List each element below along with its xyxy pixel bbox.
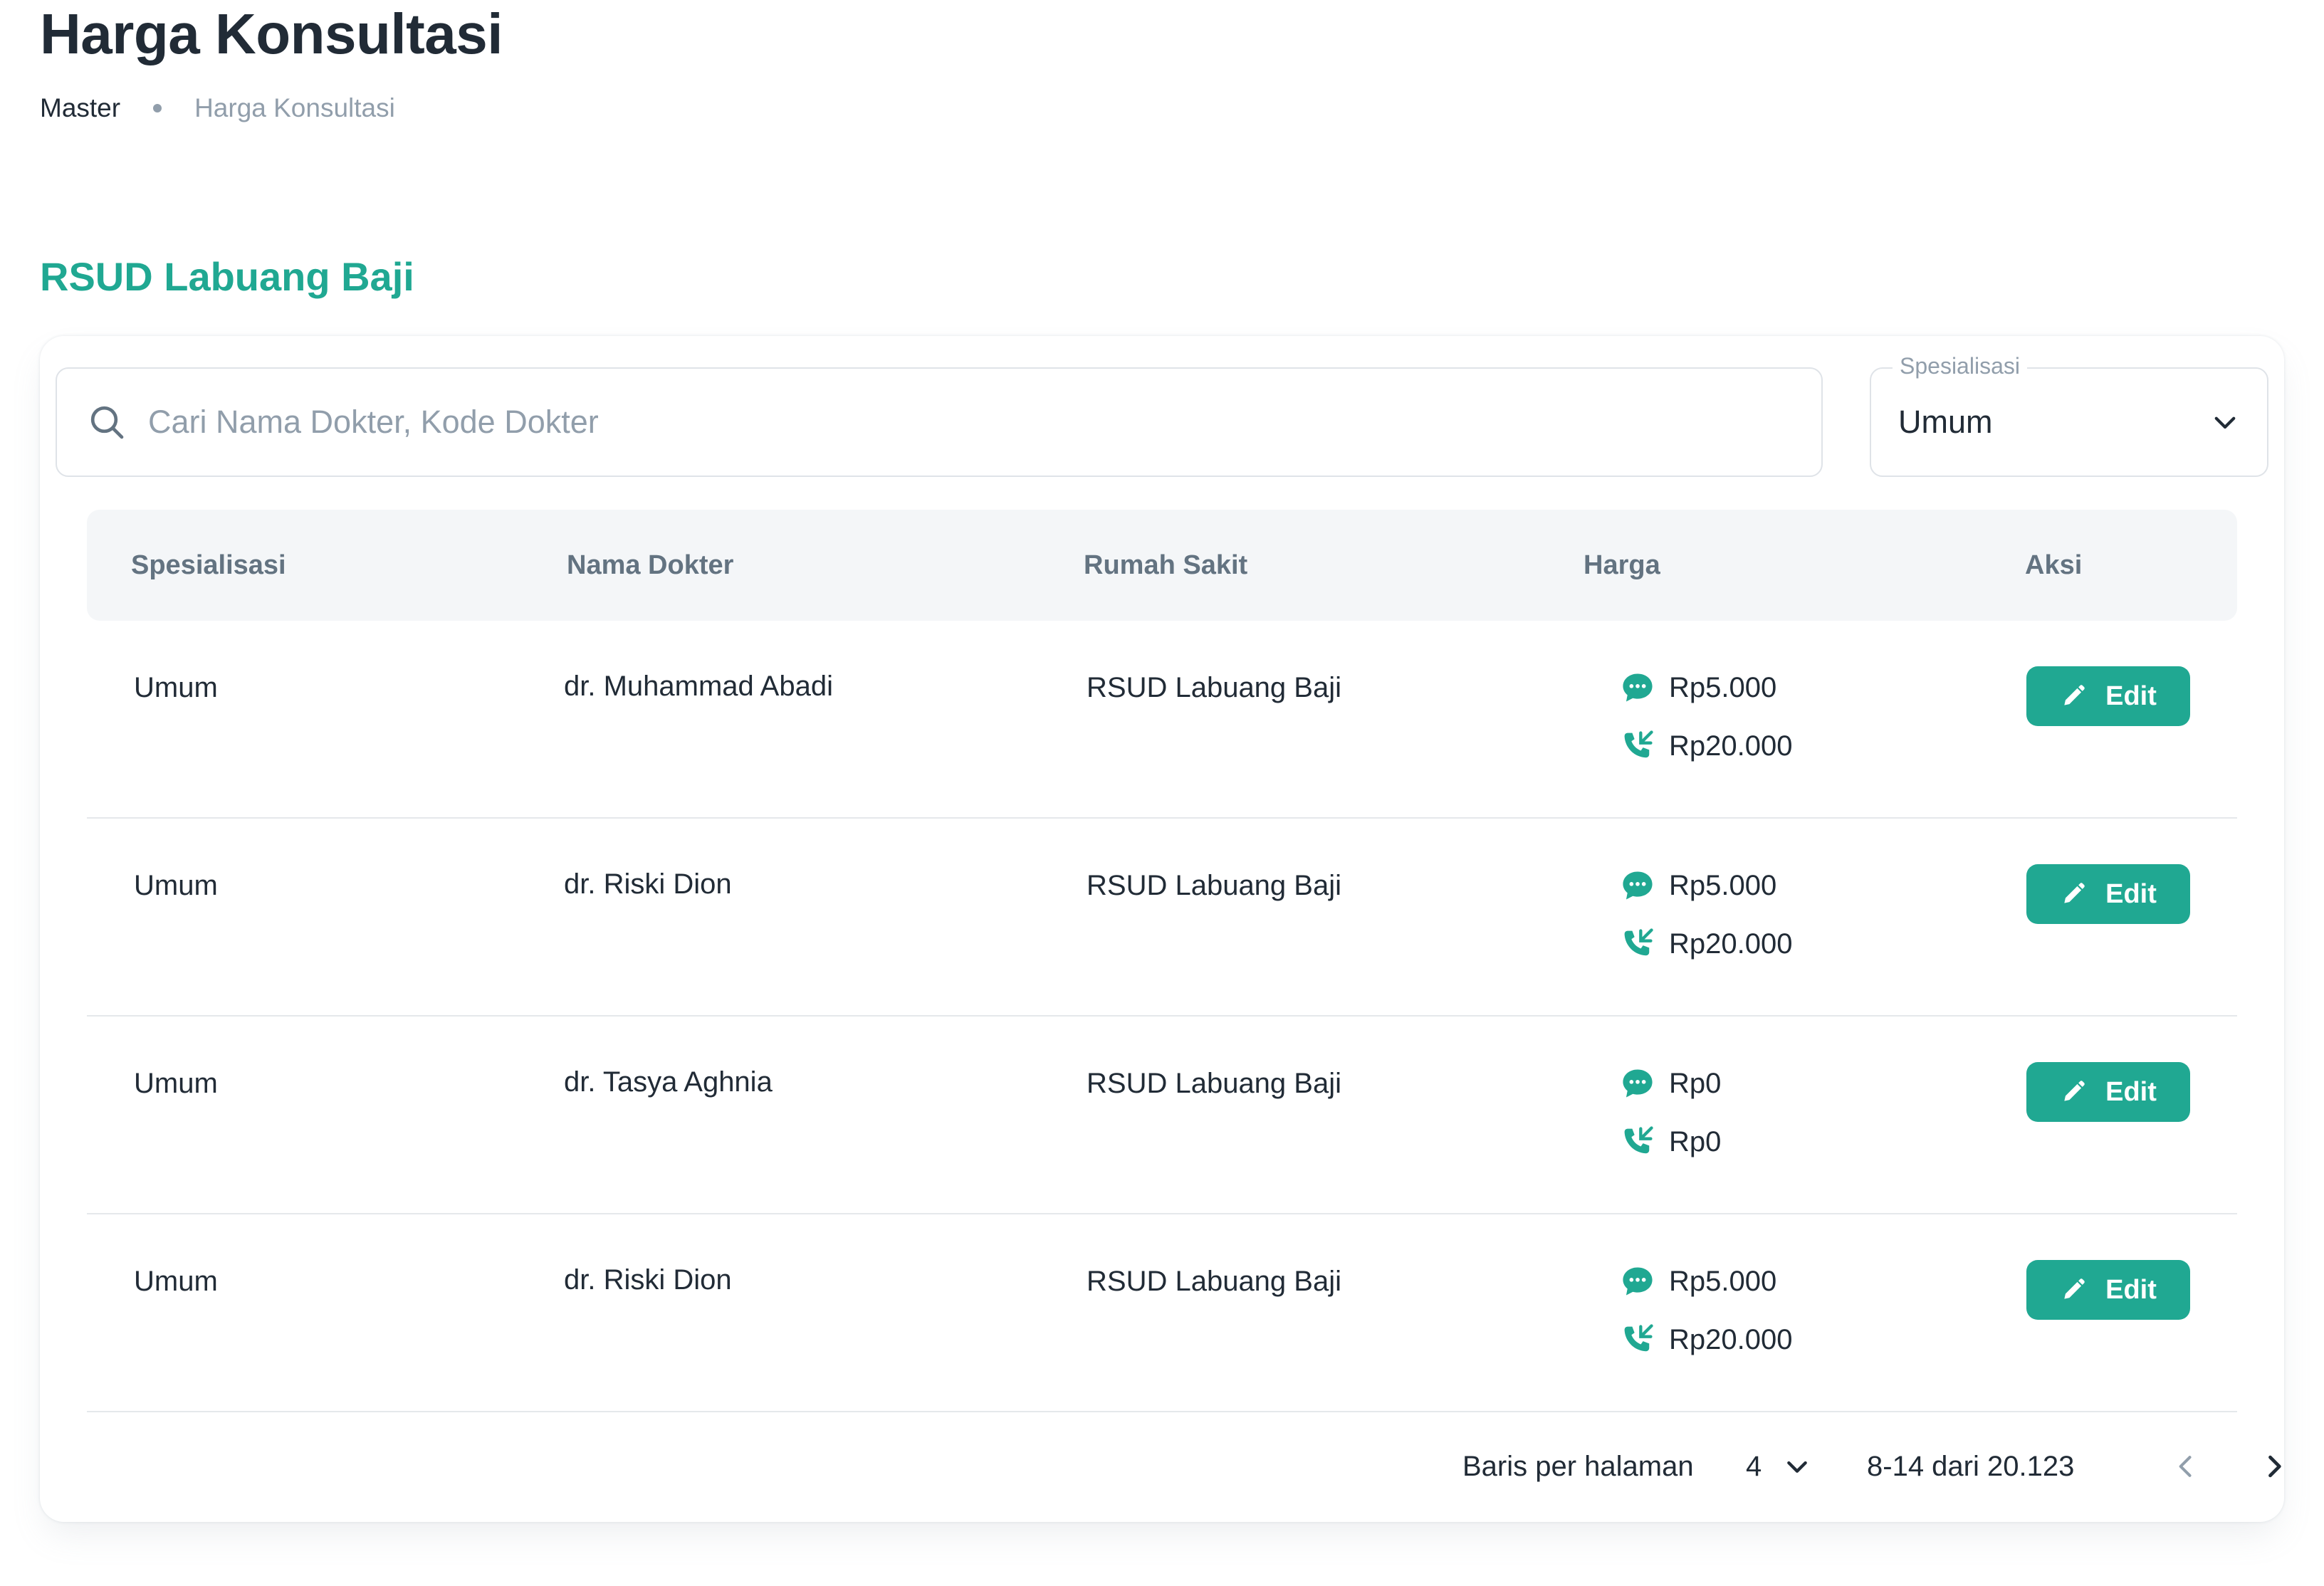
cell-hospital: RSUD Labuang Baji [1087,672,1341,703]
cell-hospital: RSUD Labuang Baji [1087,870,1341,901]
call-price-value: Rp0 [1669,1126,1722,1157]
column-header-action: Aksi [2025,550,2083,580]
rows-per-page-select[interactable]: 4 [1746,1446,1811,1486]
chat-price-value: Rp5.000 [1669,1266,1777,1297]
call-price: Rp20.000 [1619,924,1792,964]
phone-call-icon [1624,730,1653,758]
chevron-right-icon [2268,1455,2281,1478]
table-pagination: Baris per halaman 4 8-14 dari 20.123 [40,1409,2284,1522]
table-row: Umum dr. Muhammad Abadi RSUD Labuang Baj… [87,621,2237,819]
specialization-select[interactable]: Spesialisasi Umum [1870,349,2268,477]
search-field[interactable] [56,367,1823,477]
call-price-value: Rp20.000 [1669,730,1793,762]
breadcrumb-item-master[interactable]: Master [40,91,120,125]
cell-hospital: RSUD Labuang Baji [1087,1068,1341,1099]
table-row: Umum dr. Tasya Aghnia RSUD Labuang Baji … [87,1017,2237,1214]
cell-specialization: Umum [134,870,218,901]
cell-doctor: dr. Muhammad Abadi [564,671,833,702]
column-header-price[interactable]: Harga [1584,510,1660,621]
edit-button[interactable]: Edit [2026,1260,2190,1320]
call-price-value: Rp20.000 [1669,1324,1793,1355]
phone-call-icon [1624,1324,1653,1352]
cell-doctor: dr. Tasya Aghnia [564,1066,773,1098]
chat-price: Rp5.000 [1619,1261,1776,1301]
breadcrumb-item-current: Harga Konsultasi [194,93,395,122]
edit-button-label: Edit [2105,681,2157,711]
pencil-icon [2064,883,2085,903]
edit-button-label: Edit [2105,1274,2157,1305]
page-title: Harga Konsultasi [40,2,503,65]
phone-call-icon [1624,928,1653,956]
column-header-doctor[interactable]: Nama Dokter [567,510,733,621]
search-icon [90,406,124,439]
edit-button-label: Edit [2105,878,2157,909]
rows-per-page-label: Baris per halaman [1462,1451,1694,1482]
table-row: Umum dr. Riski Dion RSUD Labuang Baji Rp… [87,1214,2237,1412]
specialization-select-label: Spesialisasi [1893,349,2027,383]
chat-bubble-icon [1623,871,1653,900]
edit-button-label: Edit [2105,1076,2157,1107]
cell-specialization: Umum [134,672,218,703]
chevron-down-icon [2214,416,2236,429]
chat-price: Rp5.000 [1619,866,1776,905]
table-header: Spesialisasi Nama Dokter Rumah Sakit Har… [87,510,2237,621]
price-table-card: Spesialisasi Umum Spesialisasi Nama Dokt… [40,336,2284,1522]
search-input[interactable] [148,404,1786,441]
cell-specialization: Umum [134,1266,218,1297]
chat-bubble-icon [1623,673,1653,702]
chevron-down-icon [1787,1461,1808,1473]
previous-page-button[interactable] [2165,1445,2207,1488]
cell-doctor: dr. Riski Dion [564,868,732,900]
call-price: Rp20.000 [1619,726,1792,766]
chevron-left-icon [2179,1456,2192,1477]
column-header-specialization[interactable]: Spesialisasi [131,510,286,621]
next-page-button[interactable] [2253,1445,2296,1488]
pencil-icon [2064,685,2085,705]
chat-price-value: Rp5.000 [1669,870,1777,901]
table-row: Umum dr. Riski Dion RSUD Labuang Baji Rp… [87,819,2237,1017]
call-price-value: Rp20.000 [1669,928,1793,960]
hospital-name: RSUD Labuang Baji [40,254,414,299]
pencil-icon [2064,1081,2085,1101]
call-price: Rp0 [1619,1122,1721,1162]
call-price: Rp20.000 [1619,1320,1792,1360]
pencil-icon [2064,1278,2085,1299]
edit-button[interactable]: Edit [2026,666,2190,726]
edit-button[interactable]: Edit [2026,1062,2190,1122]
column-header-hospital[interactable]: Rumah Sakit [1084,510,1247,621]
breadcrumb: Master Harga Konsultasi [40,91,395,125]
chat-bubble-icon [1623,1267,1653,1296]
chat-price-value: Rp0 [1669,1068,1722,1099]
specialization-select-value: Umum [1898,404,1993,440]
cell-doctor: dr. Riski Dion [564,1264,732,1296]
phone-call-icon [1624,1126,1653,1154]
pagination-range: 8-14 dari 20.123 [1867,1451,2075,1482]
chat-price-value: Rp5.000 [1669,672,1777,703]
edit-button[interactable]: Edit [2026,864,2190,924]
cell-specialization: Umum [134,1068,218,1099]
breadcrumb-separator [153,104,162,112]
cell-hospital: RSUD Labuang Baji [1087,1266,1341,1297]
chat-price: Rp0 [1619,1064,1721,1103]
rows-per-page-value: 4 [1746,1451,1762,1482]
chat-price: Rp5.000 [1619,668,1776,708]
chat-bubble-icon [1623,1069,1653,1098]
